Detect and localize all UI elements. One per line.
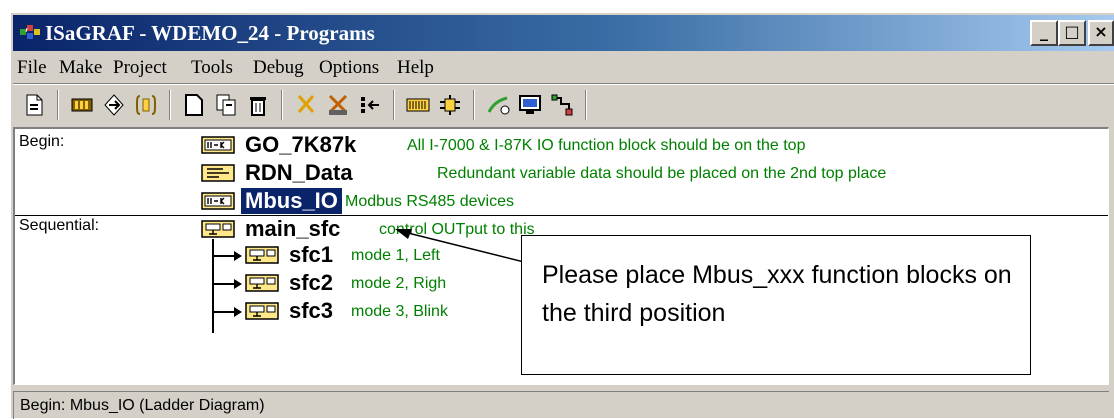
callout-box: Please place Mbus_xxx function blocks on… bbox=[521, 235, 1031, 375]
callout-text: Please place Mbus_xxx function blocks on… bbox=[542, 261, 1012, 327]
arrowhead-icon bbox=[395, 229, 412, 239]
